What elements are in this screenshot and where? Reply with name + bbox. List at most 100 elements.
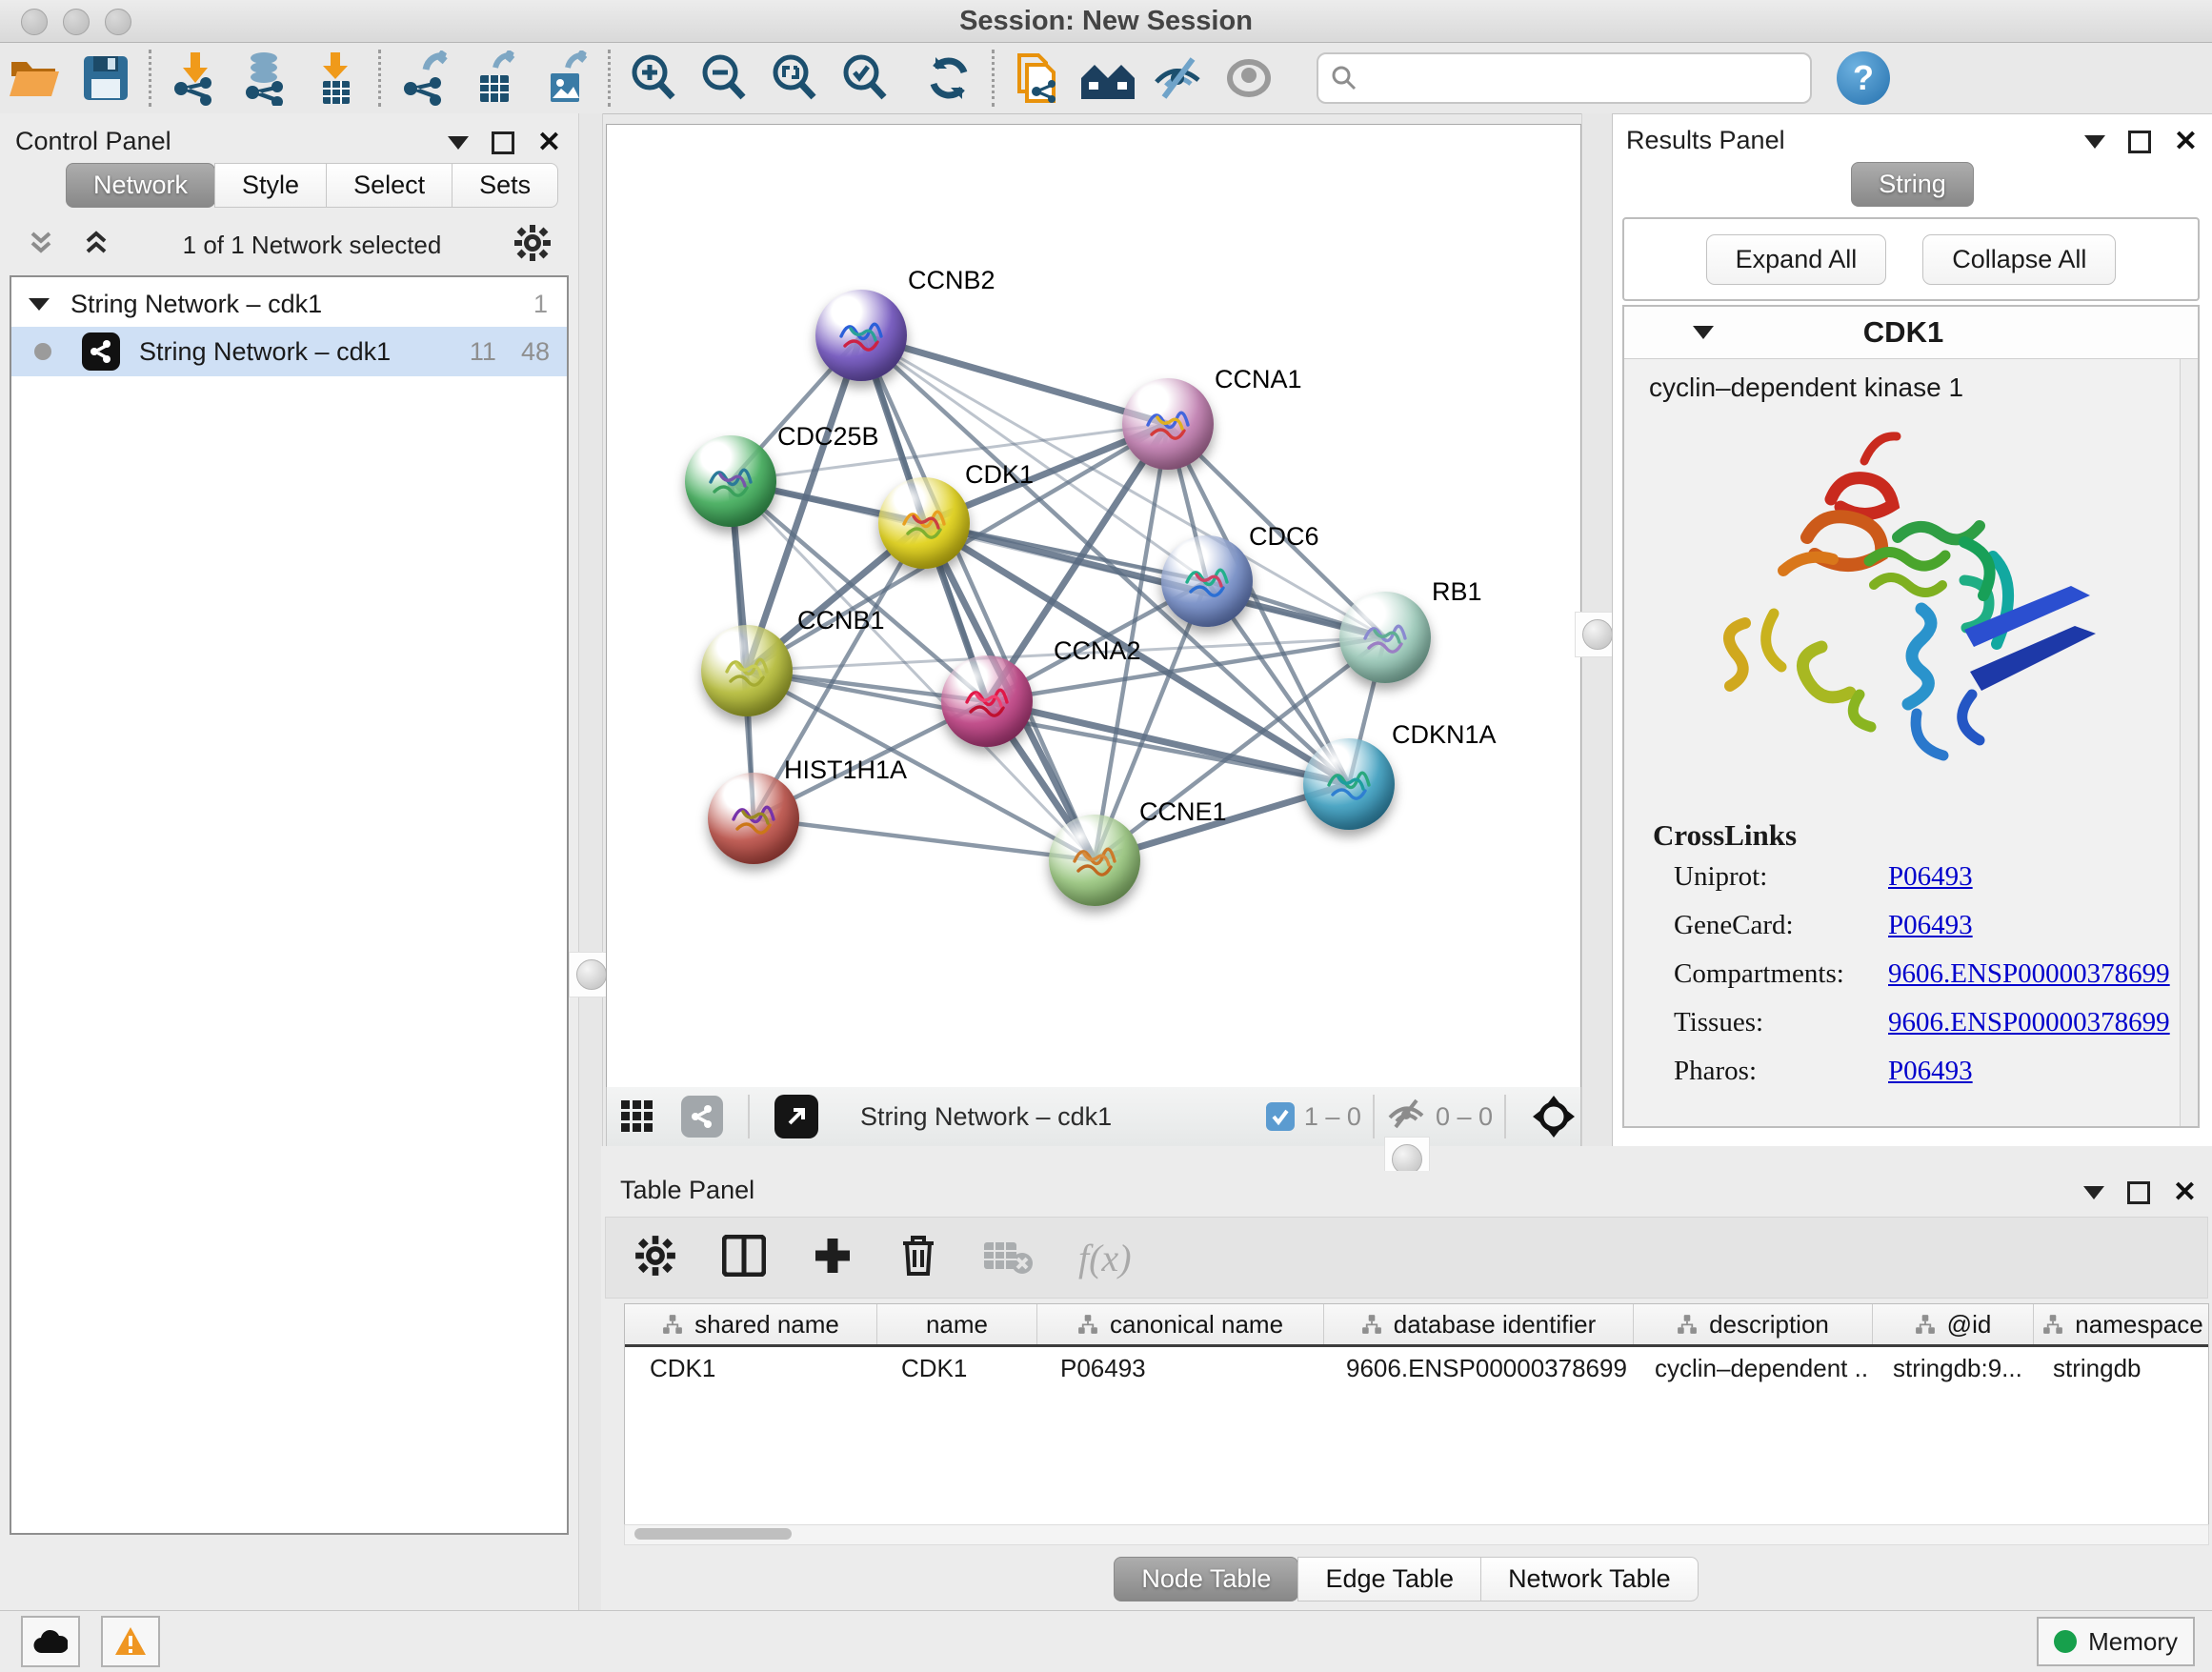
home-button[interactable] xyxy=(1073,48,1143,109)
splitter-handle[interactable] xyxy=(576,959,607,990)
table-cell[interactable]: cyclin–dependent ... xyxy=(1630,1347,1868,1389)
edge-HIST1H1A-CCNE1[interactable] xyxy=(754,818,1095,860)
tab-network[interactable]: Network xyxy=(66,163,215,208)
results-scrollbar[interactable] xyxy=(2180,359,2198,1126)
import-network-database-button[interactable] xyxy=(230,48,300,109)
expand-all-button[interactable]: Expand All xyxy=(1706,234,1887,285)
crosslink-link[interactable]: 9606.ENSP00000378699 xyxy=(1888,1007,2170,1038)
birdseye-crosshair-icon[interactable] xyxy=(1531,1094,1577,1139)
node-CCNA1[interactable] xyxy=(1122,378,1214,470)
node-HIST1H1A[interactable] xyxy=(708,773,799,864)
export-image-button[interactable] xyxy=(530,48,600,109)
tab-style[interactable]: Style xyxy=(214,163,327,208)
column-header-name[interactable]: name xyxy=(877,1304,1037,1344)
left-splitter[interactable] xyxy=(578,113,603,1610)
tab-network-table[interactable]: Network Table xyxy=(1480,1557,1699,1601)
crosslink-link[interactable]: P06493 xyxy=(1888,1056,1973,1087)
collapse-panel-icon[interactable] xyxy=(448,136,469,150)
tab-edge-table[interactable]: Edge Table xyxy=(1297,1557,1481,1601)
export-table-button[interactable] xyxy=(459,48,530,109)
table-horizontal-scrollbar[interactable] xyxy=(624,1524,2209,1545)
clone-network-button[interactable] xyxy=(1002,48,1073,109)
selected-checkbox-icon[interactable] xyxy=(1266,1102,1295,1131)
help-button[interactable]: ? xyxy=(1837,51,1890,105)
section-collapse-icon[interactable] xyxy=(1693,326,1714,339)
table-cell[interactable]: 9606.ENSP00000378699 xyxy=(1321,1347,1630,1389)
table-cell[interactable]: P06493 xyxy=(1036,1347,1321,1389)
close-panel-icon[interactable]: ✕ xyxy=(2174,128,2198,156)
column-header-@id[interactable]: @id xyxy=(1873,1304,2034,1344)
open-session-button[interactable] xyxy=(0,48,70,109)
import-network-file-button[interactable] xyxy=(159,48,230,109)
network-canvas[interactable]: CCNB2CCNA1CDC25BCDK1CDC6RB1CCNB1CCNA2CDK… xyxy=(606,124,1581,1089)
open-in-new-window-icon[interactable] xyxy=(774,1095,818,1138)
collapse-panel-icon[interactable] xyxy=(2083,1186,2104,1199)
section-header[interactable]: CDK1 xyxy=(1624,307,2198,359)
table-row[interactable]: CDK1CDK1P064939606.ENSP00000378699cyclin… xyxy=(625,1347,2208,1389)
export-network-button[interactable] xyxy=(389,48,459,109)
grid-view-icon[interactable] xyxy=(620,1099,654,1134)
network-row-selected[interactable]: String Network – cdk1 1148 xyxy=(11,327,567,376)
network-collection-row[interactable]: String Network – cdk1 1 xyxy=(11,277,567,327)
crosslink-link[interactable]: P06493 xyxy=(1888,910,1973,941)
node-CCNB1[interactable] xyxy=(701,625,793,716)
delete-column-trash-icon[interactable] xyxy=(899,1234,937,1282)
network-options-gear-icon[interactable] xyxy=(513,224,552,267)
splitter-handle[interactable] xyxy=(1582,619,1613,650)
column-header-database-identifier[interactable]: database identifier xyxy=(1324,1304,1634,1344)
node-CDC6[interactable] xyxy=(1161,535,1253,627)
tab-select[interactable]: Select xyxy=(326,163,452,208)
column-header-shared-name[interactable]: shared name xyxy=(625,1304,877,1344)
memory-button[interactable]: Memory xyxy=(2037,1617,2195,1666)
float-panel-icon[interactable] xyxy=(492,131,514,154)
cloud-status-button[interactable] xyxy=(21,1616,80,1667)
column-header-canonical-name[interactable]: canonical name xyxy=(1037,1304,1324,1344)
tab-string[interactable]: String xyxy=(1851,162,1974,207)
zoom-selected-button[interactable] xyxy=(830,48,900,109)
right-splitter[interactable] xyxy=(1581,113,1614,1146)
node-CCNA2[interactable] xyxy=(941,655,1033,747)
show-all-eye-icon[interactable] xyxy=(1214,48,1284,109)
zoom-out-button[interactable] xyxy=(689,48,759,109)
float-panel-icon[interactable] xyxy=(2128,131,2151,153)
add-column-icon[interactable] xyxy=(812,1235,854,1281)
hide-selected-eye-icon[interactable] xyxy=(1143,48,1214,109)
expand-all-icon[interactable] xyxy=(82,231,111,260)
column-header-namespace[interactable]: namespace xyxy=(2034,1304,2209,1344)
show-columns-icon[interactable] xyxy=(722,1235,766,1281)
table-options-gear-icon[interactable] xyxy=(634,1235,676,1281)
hidden-eye-icon[interactable] xyxy=(1386,1097,1426,1138)
tab-node-table[interactable]: Node Table xyxy=(1114,1557,1298,1601)
crosslink-link[interactable]: P06493 xyxy=(1888,861,1973,893)
close-panel-icon[interactable]: ✕ xyxy=(537,129,561,157)
table-cell[interactable]: CDK1 xyxy=(625,1347,876,1389)
warning-status-button[interactable] xyxy=(101,1616,160,1667)
tab-sets[interactable]: Sets xyxy=(452,163,558,208)
close-panel-icon[interactable]: ✕ xyxy=(2173,1178,2197,1207)
collapse-panel-icon[interactable] xyxy=(2084,135,2105,149)
refresh-button[interactable] xyxy=(914,48,984,109)
zoom-in-button[interactable] xyxy=(618,48,689,109)
float-panel-icon[interactable] xyxy=(2127,1181,2150,1204)
column-header-description[interactable]: description xyxy=(1634,1304,1873,1344)
collapse-all-icon[interactable] xyxy=(27,231,55,260)
scrollbar-thumb[interactable] xyxy=(634,1528,792,1540)
node-CDK1[interactable] xyxy=(878,477,970,569)
node-CDKN1A[interactable] xyxy=(1303,738,1395,830)
table-cell[interactable]: stringdb:9... xyxy=(1868,1347,2028,1389)
search-input[interactable] xyxy=(1368,63,1799,94)
bottom-splitter[interactable] xyxy=(601,1146,2212,1171)
node-RB1[interactable] xyxy=(1339,592,1431,683)
node-CCNB2[interactable] xyxy=(815,290,907,381)
table-cell[interactable]: stringdb xyxy=(2028,1347,2206,1389)
table-cell[interactable]: CDK1 xyxy=(876,1347,1036,1389)
collapse-all-button[interactable]: Collapse All xyxy=(1922,234,2116,285)
node-CDC25B[interactable] xyxy=(685,435,776,527)
node-CCNE1[interactable] xyxy=(1049,815,1140,906)
collection-expand-icon[interactable] xyxy=(29,298,50,311)
import-table-file-button[interactable] xyxy=(300,48,371,109)
crosslink-link[interactable]: 9606.ENSP00000378699 xyxy=(1888,958,2170,990)
network-share-icon[interactable] xyxy=(681,1096,723,1138)
save-session-button[interactable] xyxy=(70,48,141,109)
zoom-fit-button[interactable] xyxy=(759,48,830,109)
